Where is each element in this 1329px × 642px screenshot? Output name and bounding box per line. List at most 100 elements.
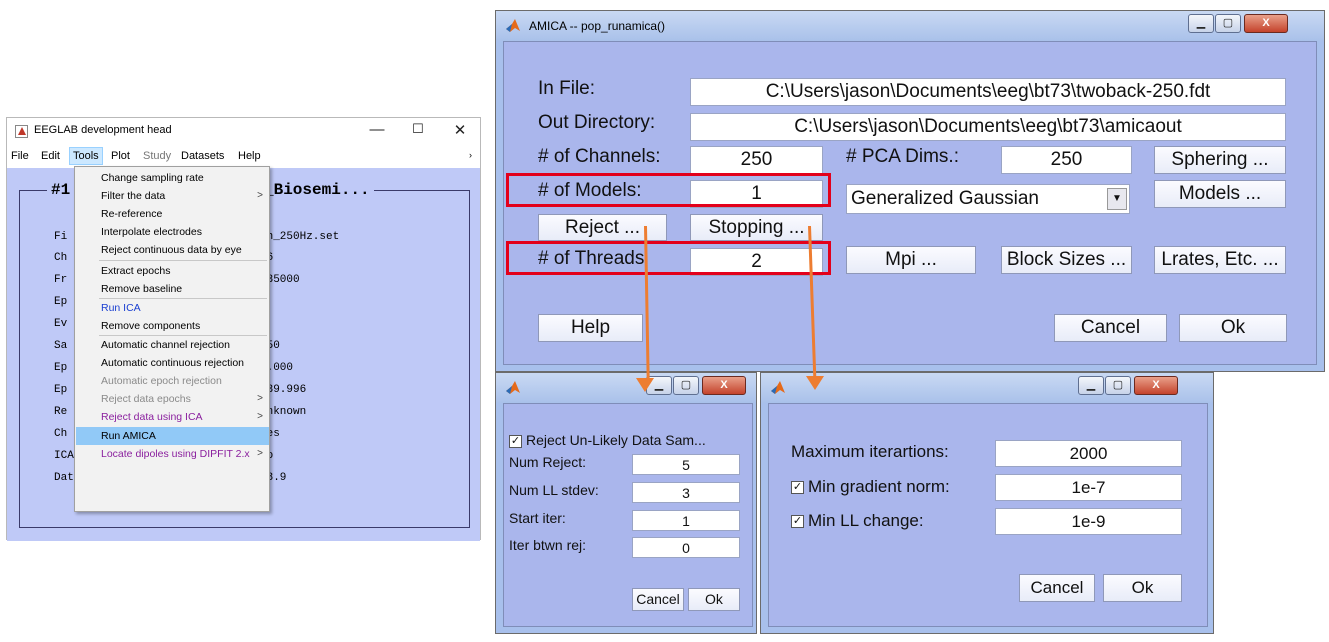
channels-label: # of Channels: <box>538 146 661 167</box>
reject-cancel-button[interactable]: Cancel <box>632 588 684 611</box>
menu-item-reject-data-using-ica[interactable]: Reject data using ICA > <box>76 408 269 426</box>
menubar-overflow-icon[interactable]: › <box>469 150 472 160</box>
menu-item-auto-channel-rejection[interactable]: Automatic channel rejection <box>76 336 269 354</box>
stopping-button[interactable]: Stopping ... <box>690 214 823 241</box>
info-label: Fi <box>54 231 68 243</box>
menu-item-extract-epochs[interactable]: Extract epochs <box>76 262 269 280</box>
reject-ok-button[interactable]: Ok <box>688 588 740 611</box>
start-iter-input[interactable]: 1 <box>632 510 740 531</box>
min-ll-change-input[interactable]: 1e-9 <box>995 508 1182 535</box>
menu-item-interpolate-electrodes[interactable]: Interpolate electrodes <box>76 223 269 241</box>
info-value: ch_250Hz.set <box>260 231 340 243</box>
menu-item-auto-epoch-rejection[interactable]: Automatic epoch rejection <box>76 372 269 390</box>
menu-item-label: Reject data using ICA <box>101 411 203 423</box>
menu-item-run-amica[interactable]: Run AMICA <box>76 427 269 445</box>
menu-item-filter-data[interactable]: Filter the data > <box>76 187 269 205</box>
minimize-button[interactable]: — <box>362 121 392 138</box>
menu-study[interactable]: Study <box>143 150 171 162</box>
min-ll-change-checkbox[interactable]: ✓ Min LL change: <box>791 511 924 531</box>
menu-item-reject-data-epochs[interactable]: Reject data epochs > <box>76 390 269 408</box>
stopping-connector-arrowhead-icon <box>806 376 824 390</box>
menu-item-label: Change sampling rate <box>101 172 204 184</box>
distribution-select-value: Generalized Gaussian <box>851 188 1039 209</box>
channels-input[interactable]: 250 <box>690 146 823 174</box>
cancel-button[interactable]: Cancel <box>1054 314 1167 342</box>
num-reject-input[interactable]: 5 <box>632 454 740 475</box>
amica-titlebar[interactable]: AMICA -- pop_runamica() ▁ ▢ X <box>496 11 1324 41</box>
close-button[interactable]: X <box>1244 14 1288 33</box>
menu-item-label: Filter the data <box>101 190 166 202</box>
menu-item-label: Interpolate electrodes <box>101 226 202 238</box>
iter-btwn-rej-label: Iter btwn rej: <box>509 537 587 553</box>
in-file-input[interactable]: C:\Users\jason\Documents\eeg\bt73\twobac… <box>690 78 1286 106</box>
menu-item-label: Run AMICA <box>101 430 156 442</box>
eeglab-menubar: File Edit Tools Plot Study Datasets Help… <box>7 147 480 167</box>
menu-item-label: Automatic continuous rejection <box>101 357 244 369</box>
lrates-button[interactable]: Lrates, Etc. ... <box>1154 246 1286 274</box>
help-button[interactable]: Help <box>538 314 643 342</box>
menu-item-remove-components[interactable]: Remove components <box>76 317 269 335</box>
menu-item-re-reference[interactable]: Re-reference <box>76 205 269 223</box>
threads-highlight-box <box>506 241 831 275</box>
info-label: Ch <box>54 428 68 440</box>
menu-item-reject-continuous-by-eye[interactable]: Reject continuous data by eye <box>76 241 269 259</box>
info-label: Fr <box>54 274 68 286</box>
stopping-ok-button[interactable]: Ok <box>1103 574 1182 602</box>
reject-dialog: ▁ ▢ X ✓ Reject Un-Likely Data Sam... Num … <box>495 372 757 634</box>
dropdown-arrow-icon[interactable]: ▼ <box>1107 188 1127 210</box>
models-button[interactable]: Models ... <box>1154 180 1286 208</box>
info-label: Ch <box>54 252 68 264</box>
mpi-button[interactable]: Mpi ... <box>846 246 976 274</box>
dataset-group-title-right: _Biosemi... <box>260 181 374 199</box>
info-label: Ev <box>54 318 68 330</box>
maximize-button[interactable]: ☐ <box>403 121 433 137</box>
iter-btwn-rej-input[interactable]: 0 <box>632 537 740 558</box>
max-iterations-input[interactable]: 2000 <box>995 440 1182 467</box>
min-gradient-norm-checkbox[interactable]: ✓ Min gradient norm: <box>791 477 950 497</box>
reject-unlikely-checkbox[interactable]: ✓ Reject Un-Likely Data Sam... <box>509 432 706 448</box>
close-button[interactable]: ✕ <box>445 121 475 139</box>
matlab-logo-icon <box>506 19 520 32</box>
maximize-button[interactable]: ▢ <box>1215 14 1241 33</box>
menu-edit[interactable]: Edit <box>41 150 60 162</box>
stopping-titlebar[interactable]: ▁ ▢ X <box>761 373 1213 403</box>
reject-titlebar[interactable]: ▁ ▢ X <box>496 373 756 403</box>
menu-item-change-sampling-rate[interactable]: Change sampling rate <box>76 169 269 187</box>
menu-item-label: Locate dipoles using DIPFIT 2.x <box>101 448 250 460</box>
menu-file[interactable]: File <box>11 150 29 162</box>
block-sizes-button[interactable]: Block Sizes ... <box>1001 246 1132 274</box>
menu-tools[interactable]: Tools <box>69 147 103 165</box>
sphering-button[interactable]: Sphering ... <box>1154 146 1286 174</box>
menu-plot[interactable]: Plot <box>111 150 130 162</box>
pca-dims-input[interactable]: 250 <box>1001 146 1132 174</box>
info-label: Sa <box>54 340 68 352</box>
stopping-cancel-button[interactable]: Cancel <box>1019 574 1095 602</box>
close-button[interactable]: X <box>1134 376 1178 395</box>
reject-connector-arrowhead-icon <box>636 378 654 392</box>
checkbox-checked-icon[interactable]: ✓ <box>791 481 804 495</box>
ok-button[interactable]: Ok <box>1179 314 1287 342</box>
menu-item-auto-continuous-rejection[interactable]: Automatic continuous rejection <box>76 354 269 372</box>
submenu-arrow-icon: > <box>257 411 263 422</box>
eeglab-titlebar[interactable]: EEGLAB development head — ☐ ✕ <box>7 118 480 145</box>
start-iter-label: Start iter: <box>509 510 566 526</box>
reject-button[interactable]: Reject ... <box>538 214 667 241</box>
pca-dims-label: # PCA Dims.: <box>846 146 959 167</box>
menu-help[interactable]: Help <box>238 150 261 162</box>
checkbox-checked-icon[interactable]: ✓ <box>791 515 804 529</box>
menu-item-locate-dipoles[interactable]: Locate dipoles using DIPFIT 2.x > <box>76 445 269 463</box>
menu-item-remove-baseline[interactable]: Remove baseline <box>76 280 269 298</box>
checkbox-checked-icon[interactable]: ✓ <box>509 434 522 448</box>
minimize-button[interactable]: ▁ <box>1078 376 1104 395</box>
num-ll-stdev-input[interactable]: 3 <box>632 482 740 503</box>
min-gradient-norm-input[interactable]: 1e-7 <box>995 474 1182 501</box>
maximize-button[interactable]: ▢ <box>1105 376 1131 395</box>
close-button[interactable]: X <box>702 376 746 395</box>
menu-item-run-ica[interactable]: Run ICA <box>76 299 269 317</box>
models-highlight-box <box>506 173 831 207</box>
minimize-button[interactable]: ▁ <box>1188 14 1214 33</box>
maximize-button[interactable]: ▢ <box>673 376 699 395</box>
out-directory-input[interactable]: C:\Users\jason\Documents\eeg\bt73\amicao… <box>690 113 1286 141</box>
menu-datasets[interactable]: Datasets <box>181 150 224 162</box>
distribution-select[interactable]: Generalized Gaussian ▼ <box>846 184 1130 214</box>
